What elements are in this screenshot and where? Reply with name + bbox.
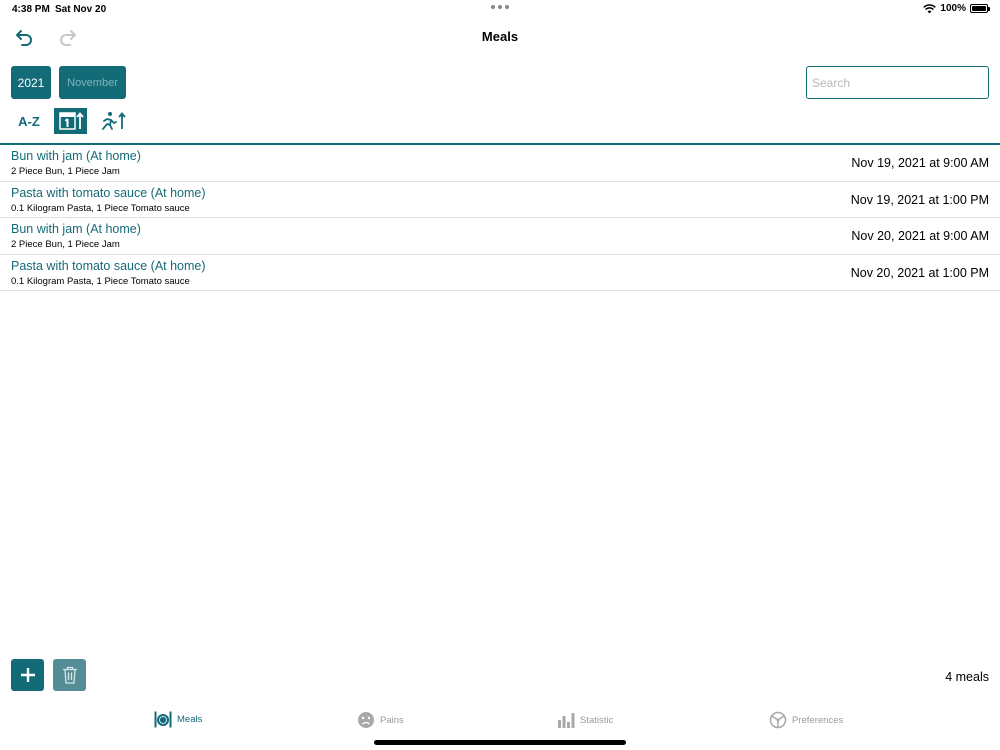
tab-statistic[interactable]: Statistic: [557, 711, 613, 729]
tab-pains-label: Pains: [380, 714, 404, 726]
meal-title: Pasta with tomato sauce (At home): [11, 258, 206, 273]
calendar-sort-icon: [58, 112, 84, 130]
meal-row[interactable]: Bun with jam (At home) 2 Piece Bun, 1 Pi…: [0, 145, 1000, 182]
tab-meals-label: Meals: [177, 714, 203, 725]
meal-detail: 2 Piece Bun, 1 Piece Jam: [11, 239, 120, 250]
month-filter-button[interactable]: November: [59, 66, 126, 99]
meal-date: Nov 20, 2021 at 1:00 PM: [850, 265, 989, 280]
year-filter-button[interactable]: 2021: [11, 66, 51, 99]
delete-meal-button[interactable]: [53, 659, 86, 691]
sort-date-button[interactable]: [54, 108, 87, 134]
meal-row[interactable]: Bun with jam (At home) 2 Piece Bun, 1 Pi…: [0, 218, 1000, 255]
tab-bar: Meals Pains Statistic Preferences: [0, 707, 1000, 737]
preferences-icon: [769, 711, 787, 729]
meal-date: Nov 19, 2021 at 1:00 PM: [850, 192, 989, 207]
statistic-icon: [558, 713, 575, 728]
meal-count: 4 meals: [945, 670, 989, 684]
status-bar: 4:38 PM Sat Nov 20 100%: [0, 0, 1000, 18]
activity-sort-icon: [102, 112, 126, 130]
plus-icon: [20, 668, 35, 682]
search-input[interactable]: [806, 66, 989, 99]
meal-detail: 0.1 Kilogram Pasta, 1 Piece Tomato sauce: [11, 275, 190, 287]
meal-detail: 2 Piece Bun, 1 Piece Jam: [11, 166, 120, 177]
status-indicators: 100%: [923, 3, 990, 14]
tab-preferences-label: Preferences: [792, 714, 844, 726]
battery-percentage: 100%: [940, 3, 966, 14]
home-indicator[interactable]: [374, 740, 626, 745]
battery-icon: [970, 4, 990, 13]
add-meal-button[interactable]: [11, 659, 44, 691]
plate-icon: [154, 711, 172, 728]
status-date: Sat Nov 20: [55, 4, 107, 15]
tab-meals[interactable]: Meals: [154, 711, 202, 728]
tab-preferences[interactable]: Preferences: [769, 711, 843, 729]
meal-detail: 0.1 Kilogram Pasta, 1 Piece Tomato sauce: [11, 202, 190, 214]
status-time: 4:38 PM: [12, 4, 50, 15]
page-title: Meals: [481, 29, 519, 44]
multitasking-dots-icon[interactable]: [491, 5, 509, 9]
sort-activity-button[interactable]: [98, 108, 128, 134]
meal-title: Bun with jam (At home): [11, 222, 141, 236]
meal-title: Pasta with tomato sauce (At home): [11, 185, 206, 200]
meal-row[interactable]: Pasta with tomato sauce (At home) 0.1 Ki…: [0, 182, 1000, 218]
meal-date: Nov 19, 2021 at 9:00 AM: [851, 156, 989, 170]
meal-list: Bun with jam (At home) 2 Piece Bun, 1 Pi…: [0, 145, 1000, 291]
sort-alphabetical-button[interactable]: A-Z: [14, 108, 44, 134]
meal-row[interactable]: Pasta with tomato sauce (At home) 0.1 Ki…: [0, 255, 1000, 291]
trash-icon: [62, 666, 77, 684]
wifi-icon: [923, 3, 937, 14]
tab-pains[interactable]: Pains: [357, 711, 404, 729]
tab-statistic-label: Statistic: [580, 714, 614, 726]
meal-date: Nov 20, 2021 at 9:00 AM: [851, 229, 989, 243]
meal-title: Bun with jam (At home): [11, 149, 141, 163]
navigation-bar: Meals: [0, 24, 1000, 50]
sad-face-icon: [358, 712, 374, 728]
